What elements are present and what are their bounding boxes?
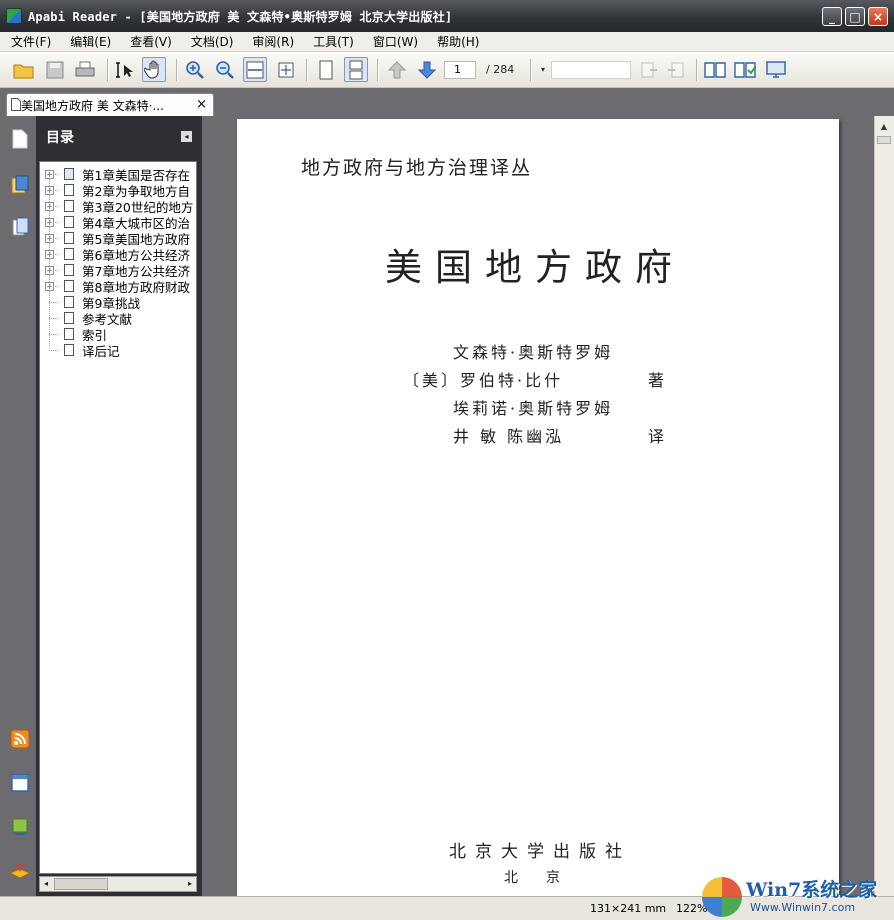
page-number-input[interactable]: 1 bbox=[444, 61, 476, 79]
maximize-button[interactable]: □ bbox=[845, 7, 865, 26]
save-icon[interactable] bbox=[43, 57, 67, 82]
screen-icon[interactable] bbox=[764, 57, 788, 82]
pages-panel-icon[interactable] bbox=[9, 128, 31, 150]
page-size: 131×241 mm bbox=[590, 902, 667, 915]
toolbar: 1 / 284 ▾ bbox=[0, 52, 894, 88]
menu-tools[interactable]: 工具(T) bbox=[310, 33, 357, 50]
watermark-text: Win7系统之家 bbox=[746, 879, 878, 901]
document-view[interactable]: 地方政府与地方治理译丛 美国地方政府 文森特·奥斯特罗姆 〔美〕罗伯特·比什 著… bbox=[202, 116, 874, 896]
tab-close-icon[interactable]: × bbox=[196, 97, 207, 112]
book-title: 美国地方政府 bbox=[385, 246, 685, 289]
find-previous-icon[interactable] bbox=[664, 57, 688, 82]
hand-tool-icon[interactable] bbox=[142, 57, 166, 82]
thumbnails-panel-icon[interactable] bbox=[9, 174, 31, 196]
document-page[interactable]: 地方政府与地方治理译丛 美国地方政府 文森特·奥斯特罗姆 〔美〕罗伯特·比什 著… bbox=[237, 119, 839, 896]
menu-window[interactable]: 窗口(W) bbox=[370, 33, 421, 50]
toc-title: 目录 bbox=[46, 130, 74, 146]
app-icon bbox=[6, 8, 22, 24]
series-title: 地方政府与地方治理译丛 bbox=[301, 157, 533, 179]
document-tab-bar: 美国地方政府 美 文森特·... × bbox=[0, 88, 894, 116]
toc-horizontal-scrollbar[interactable]: ◂ ▸ bbox=[39, 876, 197, 892]
continuous-page-icon[interactable] bbox=[344, 57, 368, 82]
watermark: Win7系统之家 Www.Winwin7.com bbox=[700, 869, 894, 920]
single-page-icon[interactable] bbox=[314, 57, 338, 82]
rss-icon[interactable] bbox=[9, 728, 31, 750]
bookmark-icon[interactable] bbox=[733, 57, 757, 82]
toc-panel: 目录 ◂ + 第1章美国是否存在 + 第2章为争取地方自 + 第3章20世纪的地方 +… bbox=[36, 116, 202, 896]
page-icon bbox=[64, 200, 74, 212]
attachments-panel-icon[interactable] bbox=[9, 216, 31, 238]
menu-help[interactable]: 帮助(H) bbox=[434, 33, 482, 50]
page-icon bbox=[64, 328, 74, 340]
search-input[interactable] bbox=[551, 61, 631, 79]
page-icon bbox=[64, 232, 74, 244]
document-tab[interactable]: 美国地方政府 美 文森特·... × bbox=[6, 93, 214, 116]
page-icon bbox=[64, 344, 74, 356]
page-icon bbox=[64, 248, 74, 260]
status-bar: 131×241 mm 122% Win7系统之家 Www.Winwin7.com bbox=[0, 877, 894, 920]
page-icon bbox=[64, 264, 74, 276]
minimize-button[interactable]: _ bbox=[822, 7, 842, 26]
menu-document[interactable]: 文档(D) bbox=[188, 33, 237, 50]
toc-item[interactable]: 参考文献 bbox=[40, 310, 196, 327]
search-dropdown-icon[interactable]: ▾ bbox=[536, 57, 550, 82]
previous-page-icon[interactable] bbox=[385, 57, 409, 82]
menu-edit[interactable]: 编辑(E) bbox=[67, 33, 114, 50]
reading-icon[interactable] bbox=[9, 860, 31, 882]
menu-review[interactable]: 审阅(R) bbox=[249, 33, 297, 50]
menu-bar: 文件(F) 编辑(E) 查看(V) 文档(D) 审阅(R) 工具(T) 窗口(W… bbox=[0, 32, 894, 52]
scroll-right-icon[interactable]: ▸ bbox=[184, 877, 196, 891]
select-text-icon[interactable] bbox=[113, 57, 137, 82]
fit-page-icon[interactable] bbox=[274, 57, 298, 82]
window-title: Apabi Reader - [美国地方政府 美 文森特•奥斯特罗姆 北京大学出… bbox=[28, 9, 453, 24]
title-bar: Apabi Reader - [美国地方政府 美 文森特•奥斯特罗姆 北京大学出… bbox=[0, 0, 894, 32]
find-next-icon[interactable] bbox=[637, 57, 661, 82]
side-icon-strip bbox=[0, 116, 36, 896]
translator-credit: 井 敏 陈幽泓 bbox=[453, 427, 565, 446]
page-icon bbox=[64, 312, 74, 324]
library-icon[interactable] bbox=[9, 816, 31, 838]
page-icon bbox=[64, 216, 74, 228]
translator-role: 译 bbox=[648, 427, 665, 446]
vertical-scrollbar[interactable]: ▲ bbox=[874, 116, 894, 896]
scroll-thumb[interactable] bbox=[877, 136, 891, 144]
menu-file[interactable]: 文件(F) bbox=[8, 33, 54, 50]
open-folder-icon[interactable] bbox=[12, 57, 36, 82]
author-credit: 埃莉诺·奥斯特罗姆 bbox=[453, 399, 614, 418]
scroll-left-icon[interactable]: ◂ bbox=[40, 877, 52, 891]
zoom-in-icon[interactable] bbox=[183, 57, 207, 82]
zoom-out-icon[interactable] bbox=[213, 57, 237, 82]
menu-view[interactable]: 查看(V) bbox=[127, 33, 175, 50]
page-icon bbox=[64, 184, 74, 196]
toc-header: 目录 ◂ bbox=[36, 116, 202, 158]
window-layout-icon[interactable] bbox=[9, 772, 31, 794]
document-tab-title: 美国地方政府 美 文森特·... bbox=[21, 98, 164, 113]
print-icon[interactable] bbox=[73, 57, 97, 82]
scroll-up-icon[interactable]: ▲ bbox=[876, 119, 892, 135]
publisher: 北京大学出版社 bbox=[449, 842, 631, 862]
scroll-thumb[interactable] bbox=[54, 878, 108, 890]
author-credit: 文森特·奥斯特罗姆 bbox=[453, 343, 614, 362]
author-role: 著 bbox=[648, 371, 665, 390]
total-pages: / 284 bbox=[486, 63, 515, 76]
toc-item[interactable]: 译后记 bbox=[40, 342, 196, 359]
close-window-button[interactable]: × bbox=[868, 7, 888, 26]
next-page-icon[interactable] bbox=[415, 57, 439, 82]
book-view-icon[interactable] bbox=[703, 57, 727, 82]
author-credit: 〔美〕罗伯特·比什 bbox=[403, 371, 564, 390]
document-icon bbox=[11, 98, 21, 111]
windows-logo-icon bbox=[702, 877, 742, 917]
page-icon bbox=[64, 168, 74, 180]
page-icon bbox=[64, 296, 74, 308]
watermark-url: Www.Winwin7.com bbox=[750, 901, 856, 914]
publisher-city: 北京 bbox=[504, 870, 588, 886]
toc-tree[interactable]: + 第1章美国是否存在 + 第2章为争取地方自 + 第3章20世纪的地方 + 第4章大城… bbox=[39, 161, 197, 874]
page-icon bbox=[64, 280, 74, 292]
fit-width-icon[interactable] bbox=[243, 57, 267, 82]
toc-collapse-icon[interactable]: ◂ bbox=[181, 131, 192, 142]
